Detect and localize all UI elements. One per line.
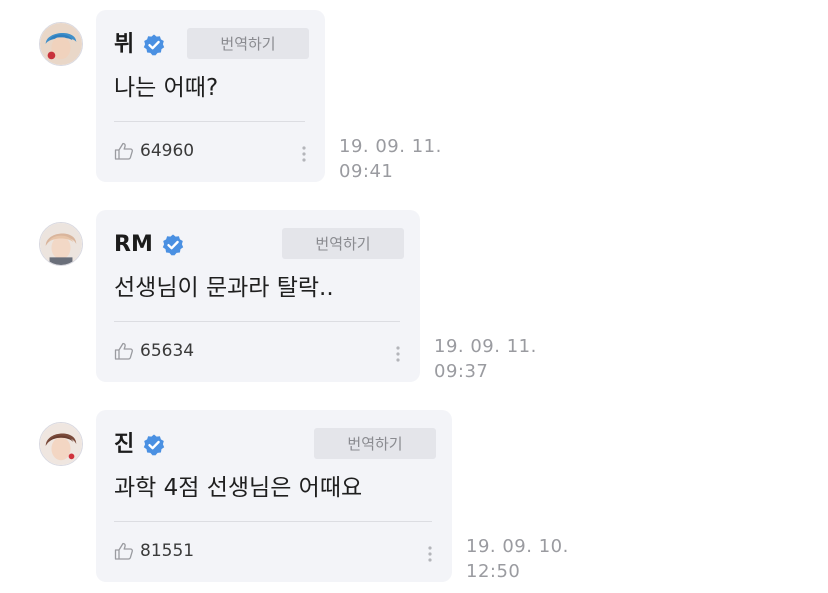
vertical-dots-icon[interactable] [426,544,434,564]
like-count: 65634 [140,341,195,361]
timestamp-time: 09:41 [339,161,394,182]
author-name[interactable]: RM [114,231,153,259]
timestamp-time: 09:37 [434,361,489,382]
timestamp-time: 12:50 [466,561,521,582]
timestamp: 19. 09. 11. 09:41 [339,134,442,184]
comment-bubble: RM 번역하기 선생님이 문과라 탈락.. 65634 [96,210,420,382]
comment-text: 과학 4점 선생님은 어때요 [114,475,363,501]
like-count: 64960 [140,141,195,161]
author-name[interactable]: 뷔 [114,31,134,59]
translate-button[interactable]: 번역하기 [282,228,404,259]
timestamp-date: 19. 09. 11. [339,136,442,157]
comment-item: RM 번역하기 선생님이 문과라 탈락.. 65634 19. 09. 11. … [0,200,828,382]
avatar[interactable] [39,422,83,466]
comment-feed: 뷔 번역하기 나는 어때? 64960 19. 09. 11. 09:41 RM… [0,0,828,593]
comment-bubble: 진 번역하기 과학 4점 선생님은 어때요 81551 [96,410,452,582]
thumbs-up-icon [114,341,134,361]
timestamp-date: 19. 09. 11. [434,336,537,357]
thumbs-up-icon [114,541,134,561]
like-button[interactable]: 64960 [114,140,194,162]
verified-check-icon [161,233,185,257]
comment-text: 선생님이 문과라 탈락.. [114,275,334,301]
divider [114,321,400,322]
vertical-dots-icon[interactable] [300,144,308,164]
author-row: 뷔 [114,31,166,59]
comment-bubble: 뷔 번역하기 나는 어때? 64960 [96,10,325,182]
thumbs-up-icon [114,141,134,161]
comment-item: 진 번역하기 과학 4점 선생님은 어때요 81551 19. 09. 10. … [0,400,828,582]
divider [114,121,305,122]
comment-item: 뷔 번역하기 나는 어때? 64960 19. 09. 11. 09:41 [0,0,828,182]
translate-button[interactable]: 번역하기 [314,428,436,459]
vertical-dots-icon[interactable] [394,344,402,364]
like-count: 81551 [140,541,195,561]
author-row: RM [114,231,185,259]
author-name[interactable]: 진 [114,431,134,459]
translate-button[interactable]: 번역하기 [187,28,309,59]
timestamp: 19. 09. 11. 09:37 [434,334,537,384]
timestamp: 19. 09. 10. 12:50 [466,534,569,584]
like-button[interactable]: 65634 [114,340,194,362]
timestamp-date: 19. 09. 10. [466,536,569,557]
avatar[interactable] [39,222,83,266]
comment-text: 나는 어때? [114,75,219,101]
divider [114,521,432,522]
like-button[interactable]: 81551 [114,540,194,562]
author-row: 진 [114,431,166,459]
verified-check-icon [142,433,166,457]
verified-check-icon [142,33,166,57]
avatar[interactable] [39,22,83,66]
